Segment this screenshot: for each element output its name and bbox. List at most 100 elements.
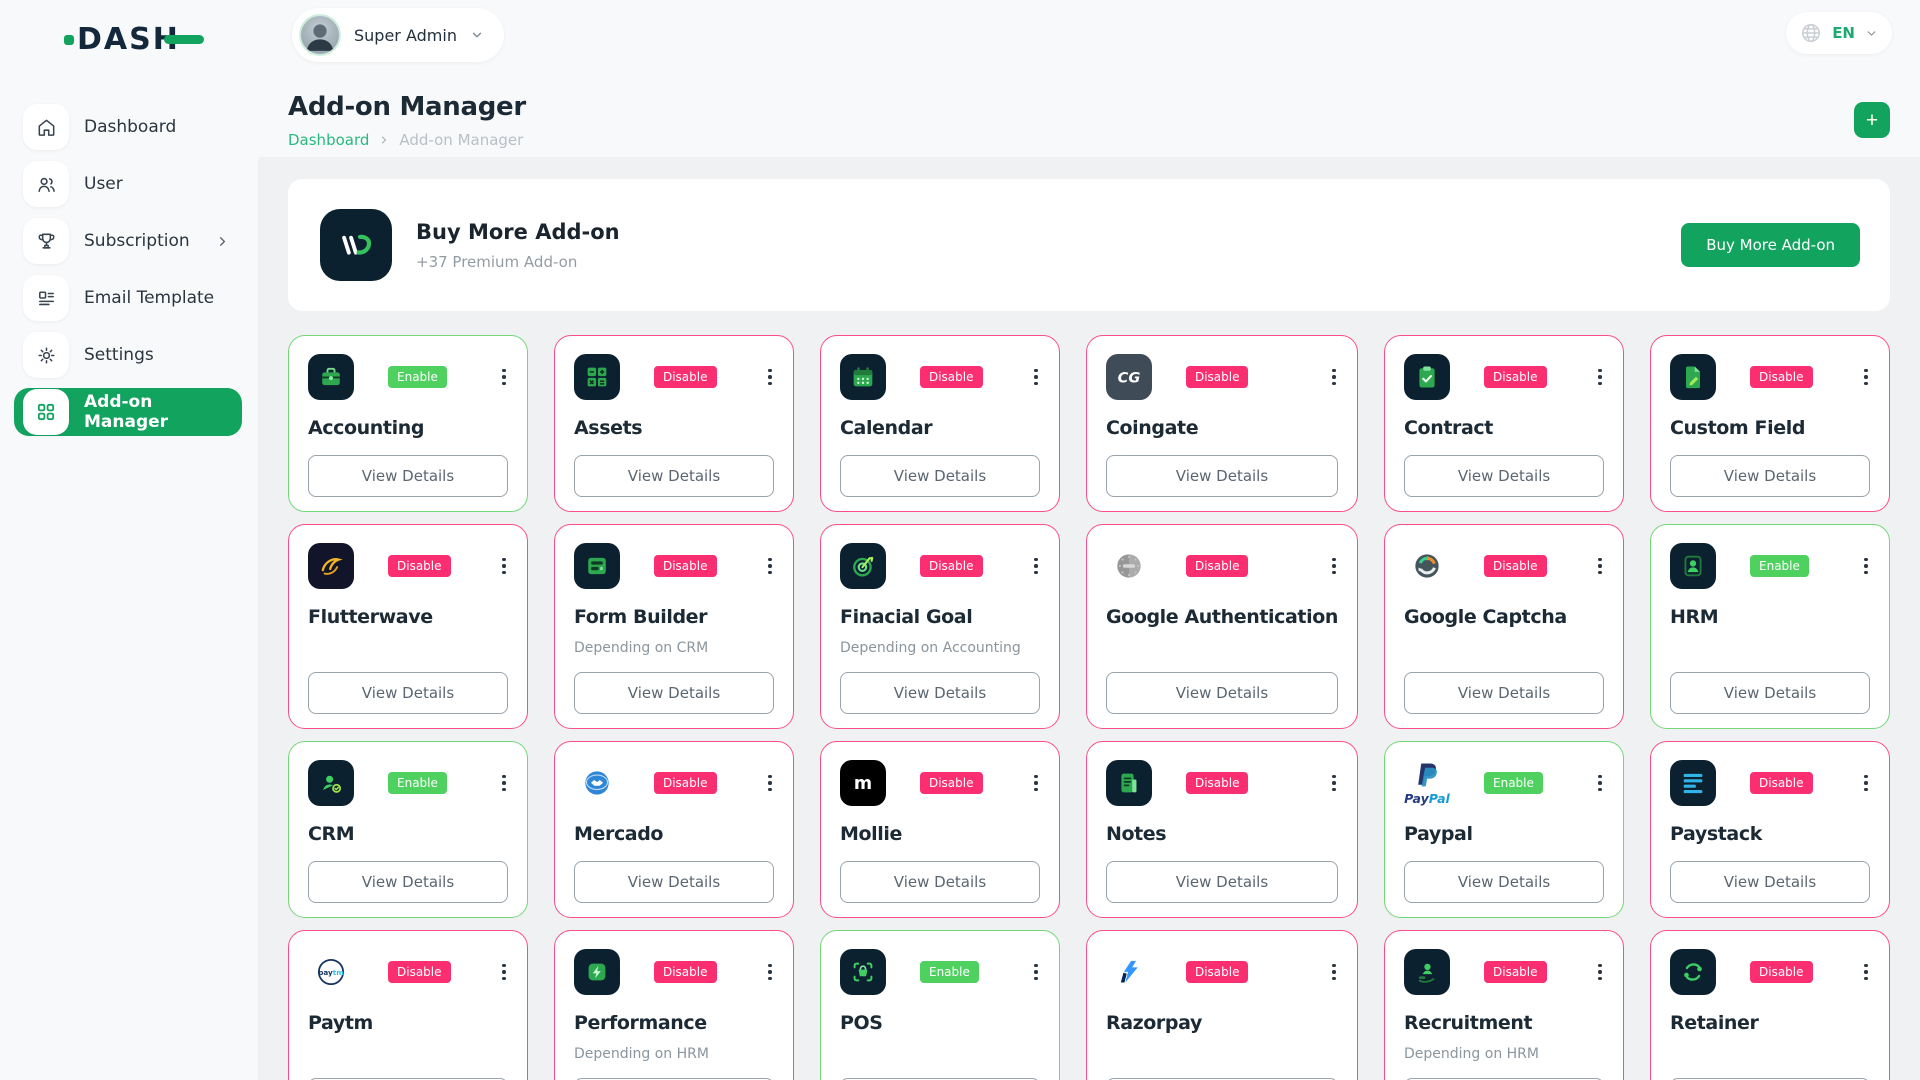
status-badge: Disable — [1186, 555, 1249, 577]
view-details-button[interactable]: View Details — [1106, 672, 1338, 714]
card-header: Enable — [840, 949, 1040, 995]
card-menu-button[interactable] — [1862, 365, 1870, 390]
sidebar-item-label: Add-on Manager — [84, 392, 242, 432]
addon-dependency: Depending on CRM — [574, 640, 774, 656]
user-menu[interactable]: Super Admin — [292, 8, 504, 62]
card-menu-button[interactable] — [1862, 771, 1870, 796]
addon-card-paystack: Disable Paystack View Details — [1650, 741, 1890, 918]
card-header: paytmDisable — [308, 949, 508, 995]
card-menu-button[interactable] — [1596, 365, 1604, 390]
pos-icon — [840, 949, 886, 995]
addon-title: CRM — [308, 823, 508, 845]
addon-card-finacial-goal: Disable Finacial Goal Depending on Account… — [820, 524, 1060, 729]
chevron-down-icon — [1865, 27, 1878, 40]
card-menu-button[interactable] — [1596, 960, 1604, 985]
content-area: Buy More Add-on +37 Premium Add-on Buy M… — [258, 157, 1920, 1080]
addon-title: Mollie — [840, 823, 1040, 845]
view-details-button[interactable]: View Details — [1106, 455, 1338, 497]
view-details-button[interactable]: View Details — [1106, 861, 1338, 903]
paypal-icon: PayPal — [1404, 760, 1450, 806]
card-menu-button[interactable] — [500, 960, 508, 985]
status-badge: Disable — [388, 961, 451, 983]
card-menu-button[interactable] — [766, 771, 774, 796]
addon-title: Coingate — [1106, 417, 1338, 439]
card-header: PayPalEnable — [1404, 760, 1604, 806]
card-menu-button[interactable] — [1032, 960, 1040, 985]
card-header: Disable — [1106, 543, 1338, 589]
mercado-icon — [574, 760, 620, 806]
view-details-button[interactable]: View Details — [1404, 861, 1604, 903]
view-details-button[interactable]: View Details — [1670, 861, 1870, 903]
sidebar-item-label: User — [84, 174, 123, 194]
card-menu-button[interactable] — [1032, 554, 1040, 579]
addon-title: Assets — [574, 417, 774, 439]
view-details-button[interactable]: View Details — [1670, 672, 1870, 714]
addon-card-razorpay: DisableRazorpayView Details — [1086, 930, 1358, 1080]
addon-dependency: Depending on Accounting — [840, 640, 1040, 656]
addon-title: Paystack — [1670, 823, 1870, 845]
card-header: Disable — [574, 760, 774, 806]
card-header: Disable — [1404, 543, 1604, 589]
addon-title: Google Captcha — [1404, 606, 1604, 628]
addon-card-google-authentication: DisableGoogle AuthenticationView Details — [1086, 524, 1358, 729]
card-menu-button[interactable] — [1330, 365, 1338, 390]
view-details-button[interactable]: View Details — [308, 672, 508, 714]
card-menu-button[interactable] — [1330, 960, 1338, 985]
card-menu-button[interactable] — [1330, 554, 1338, 579]
card-menu-button[interactable] — [766, 554, 774, 579]
card-menu-button[interactable] — [766, 365, 774, 390]
addon-card-accounting: EnableAccountingView Details — [288, 335, 528, 512]
view-details-button[interactable]: View Details — [574, 455, 774, 497]
view-details-button[interactable]: View Details — [1404, 672, 1604, 714]
card-menu-button[interactable] — [1032, 365, 1040, 390]
card-menu-button[interactable] — [500, 365, 508, 390]
crm-icon — [308, 760, 354, 806]
card-header: Disable — [840, 354, 1040, 400]
card-header: Disable — [1670, 760, 1870, 806]
card-menu-button[interactable] — [1596, 554, 1604, 579]
card-menu-button[interactable] — [500, 554, 508, 579]
addon-title: Calendar — [840, 417, 1040, 439]
view-details-button[interactable]: View Details — [308, 455, 508, 497]
status-badge: Disable — [1484, 961, 1547, 983]
view-details-button[interactable]: View Details — [574, 672, 774, 714]
card-menu-button[interactable] — [1032, 771, 1040, 796]
addon-card-hrm: EnableHRMView Details — [1650, 524, 1890, 729]
buy-more-banner: Buy More Add-on +37 Premium Add-on Buy M… — [288, 179, 1890, 311]
page-header: Add-on Manager Dashboard Add-on Manager … — [258, 64, 1920, 157]
view-details-button[interactable]: View Details — [1404, 455, 1604, 497]
language-selector[interactable]: EN — [1786, 12, 1892, 54]
status-badge: Disable — [1750, 772, 1813, 794]
card-menu-button[interactable] — [500, 771, 508, 796]
sidebar-item-user[interactable]: User — [14, 160, 242, 208]
view-details-button[interactable]: View Details — [840, 672, 1040, 714]
addon-title: Razorpay — [1106, 1012, 1338, 1034]
sidebar-item-email-template[interactable]: Email Template — [14, 274, 242, 322]
sidebar: DASH DashboardUserSubscriptionEmail Temp… — [0, 0, 258, 1080]
status-badge: Disable — [920, 772, 983, 794]
sidebar-item-dashboard[interactable]: Dashboard — [14, 103, 242, 151]
card-menu-button[interactable] — [766, 960, 774, 985]
status-badge: Disable — [920, 555, 983, 577]
card-menu-button[interactable] — [1862, 960, 1870, 985]
addon-dependency: Depending on HRM — [1404, 1046, 1604, 1062]
card-menu-button[interactable] — [1596, 771, 1604, 796]
status-badge: Disable — [1186, 772, 1249, 794]
add-addon-button[interactable]: + — [1854, 102, 1890, 138]
view-details-button[interactable]: View Details — [840, 455, 1040, 497]
view-details-button[interactable]: View Details — [574, 861, 774, 903]
view-details-button[interactable]: View Details — [1670, 455, 1870, 497]
addon-card-retainer: DisableRetainerView Details — [1650, 930, 1890, 1080]
sidebar-item-add-on-manager[interactable]: Add-on Manager — [14, 388, 242, 436]
card-menu-button[interactable] — [1330, 771, 1338, 796]
buy-more-addon-button[interactable]: Buy More Add-on — [1681, 223, 1860, 267]
sidebar-item-subscription[interactable]: Subscription — [14, 217, 242, 265]
view-details-button[interactable]: View Details — [308, 861, 508, 903]
status-badge: Disable — [1484, 366, 1547, 388]
addon-title: Finacial Goal — [840, 606, 1040, 628]
card-menu-button[interactable] — [1862, 554, 1870, 579]
sidebar-item-settings[interactable]: Settings — [14, 331, 242, 379]
view-details-button[interactable]: View Details — [840, 861, 1040, 903]
status-badge: Enable — [388, 772, 447, 794]
breadcrumb-link-dashboard[interactable]: Dashboard — [288, 131, 369, 149]
